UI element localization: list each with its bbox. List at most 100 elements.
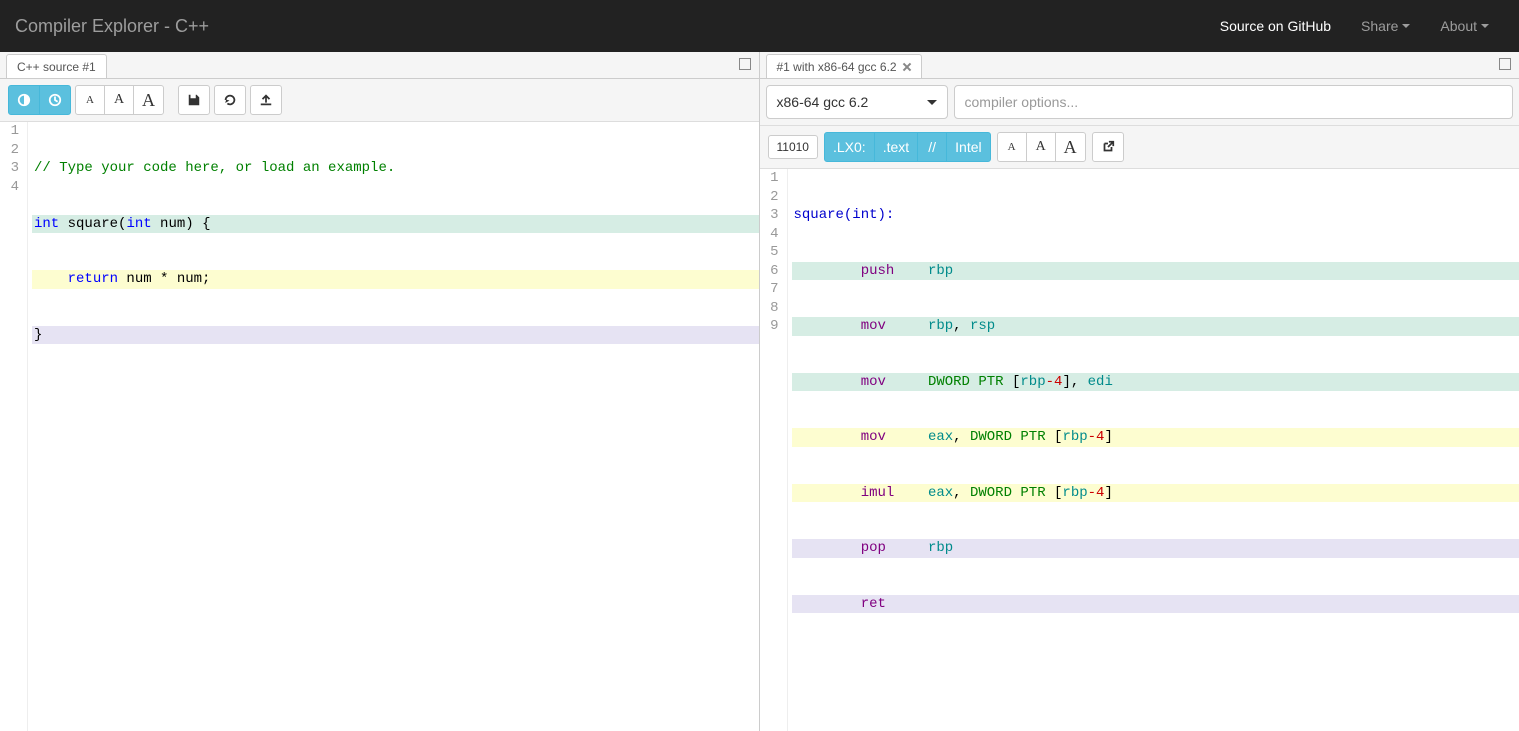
line-number: 1 [4,122,21,141]
asm-token: ] [1104,429,1112,445]
reload-icon [223,93,237,107]
code-token: // Type your code here, or load an examp… [34,160,395,176]
caret-down-icon [1402,24,1410,28]
asm-token: push [861,263,895,279]
asm-token: DWORD [970,485,1012,501]
asm-token: PTR [978,374,1003,390]
font-group: A A A [75,85,164,115]
app-title: Compiler Explorer - C++ [15,16,209,37]
github-link[interactable]: Source on GitHub [1205,3,1346,49]
source-tab-label: C++ source #1 [17,60,96,74]
asm-token: PTR [1020,485,1045,501]
asm-token: rbp [1062,429,1087,445]
source-code[interactable]: // Type your code here, or load an examp… [28,122,759,731]
asm-token: rbp [928,540,953,556]
code-token: num) { [152,216,211,232]
comments-filter-button[interactable]: // [917,132,947,162]
asm-token: rbp [1062,485,1087,501]
upload-button[interactable] [250,85,282,115]
asm-token: ret [861,596,886,612]
panes: C++ source #1 A A A [0,52,1519,731]
asm-token: square(int): [794,207,895,223]
asm-tab[interactable]: #1 with x86-64 gcc 6.2 [766,54,922,78]
asm-toolbar: 11010 .LX0: .text // Intel A A A [760,126,1519,169]
line-number: 2 [4,141,21,160]
asm-token: rbp [1020,374,1045,390]
intel-filter-button[interactable]: Intel [946,132,990,162]
asm-tabbar: #1 with x86-64 gcc 6.2 [760,52,1519,79]
font-large-button[interactable]: A [133,85,164,115]
compiler-select[interactable]: x86-64 gcc 6.2 [766,85,948,119]
line-number: 6 [764,262,781,281]
navbar-right: Source on GitHub Share About [1205,3,1504,49]
colorize-toggle-button[interactable] [8,85,40,115]
line-number: 8 [764,299,781,318]
asm-token: -4 [1088,429,1105,445]
compiler-options-input[interactable] [954,85,1514,119]
asm-token: , [1071,374,1088,390]
asm-tab-label: #1 with x86-64 gcc 6.2 [777,60,897,74]
source-pane: C++ source #1 A A A [0,52,760,731]
code-token: square( [68,216,127,232]
popout-button[interactable] [1092,132,1124,162]
directives-filter-button[interactable]: .text [874,132,918,162]
compiler-select-value: x86-64 gcc 6.2 [777,94,869,110]
chevron-down-icon [927,100,937,105]
labels-filter-button[interactable]: .LX0: [824,132,875,162]
colorize-group [8,85,71,115]
asm-token: PTR [1020,429,1045,445]
asm-token: rsp [970,318,995,334]
asm-token: DWORD [970,429,1012,445]
code-token: return [68,271,118,287]
asm-token: edi [1088,374,1113,390]
line-number: 2 [764,188,781,207]
reload-button[interactable] [214,85,246,115]
asm-token: mov [861,429,886,445]
compiler-row: x86-64 gcc 6.2 [760,79,1519,126]
asm-token: pop [861,540,886,556]
asm-code[interactable]: square(int): push rbp mov rbp, rsp mov D… [788,169,1519,731]
code-token: num * num; [118,271,210,287]
code-token: int [126,216,151,232]
asm-editor[interactable]: 1 2 3 4 5 6 7 8 9 square(int): push rbp … [760,169,1519,731]
close-icon[interactable] [903,63,911,71]
asm-token: ] [1062,374,1070,390]
share-menu[interactable]: Share [1346,3,1425,49]
auto-compile-button[interactable] [39,85,71,115]
asm-token: DWORD [928,374,970,390]
font-small-button[interactable]: A [75,85,105,115]
asm-token: eax [928,429,953,445]
source-editor[interactable]: 1 2 3 4 // Type your code here, or load … [0,122,759,731]
font-small-button[interactable]: A [997,132,1027,162]
asm-token: rbp [928,263,953,279]
source-tabbar: C++ source #1 [0,52,759,79]
save-icon [187,93,201,107]
caret-down-icon [1481,24,1489,28]
maximize-icon[interactable] [1499,58,1511,70]
line-number: 9 [764,317,781,336]
asm-pane: #1 with x86-64 gcc 6.2 x86-64 gcc 6.2 11… [760,52,1519,731]
asm-token: , [953,429,970,445]
maximize-icon[interactable] [739,58,751,70]
source-toolbar: A A A [0,79,759,122]
font-medium-button[interactable]: A [1026,132,1056,162]
asm-token: eax [928,485,953,501]
adjust-icon [17,93,31,107]
asm-token: mov [861,318,886,334]
source-tab[interactable]: C++ source #1 [6,54,107,78]
save-button[interactable] [178,85,210,115]
clock-icon [48,93,62,107]
asm-token: mov [861,374,886,390]
about-menu[interactable]: About [1425,3,1504,49]
asm-gutter: 1 2 3 4 5 6 7 8 9 [760,169,788,731]
asm-font-group: A A A [997,132,1086,162]
font-medium-button[interactable]: A [104,85,134,115]
code-token: int [34,216,59,232]
asm-token: , [953,485,970,501]
binary-toggle-button[interactable]: 11010 [768,135,818,159]
line-number: 5 [764,243,781,262]
font-large-button[interactable]: A [1055,132,1086,162]
asm-token: rbp [928,318,953,334]
asm-filter-group: .LX0: .text // Intel [824,132,991,162]
asm-token: imul [861,485,895,501]
